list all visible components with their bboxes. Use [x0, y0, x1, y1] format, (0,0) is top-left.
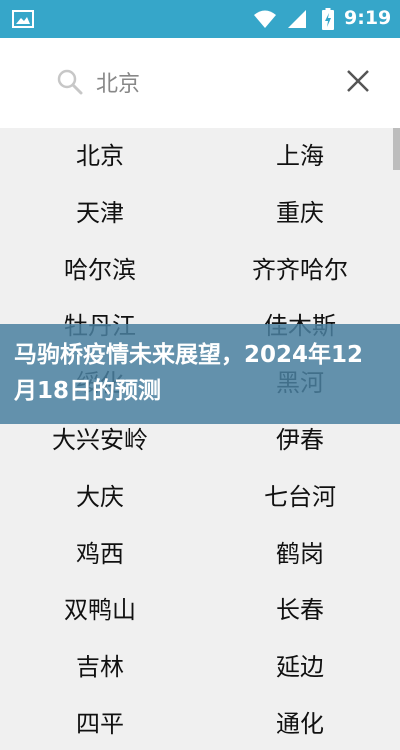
city-item[interactable]: 通化: [200, 696, 400, 750]
city-grid: 北京 上海 天津 重庆 哈尔滨 齐齐哈尔 牡丹江 佳木斯 绥化 黑河 大兴安岭 …: [0, 128, 400, 750]
search-input[interactable]: 北京: [96, 66, 140, 98]
list-item: 哈尔滨 齐齐哈尔: [0, 242, 400, 299]
city-item[interactable]: 上海: [200, 128, 400, 185]
city-item[interactable]: 延边: [200, 639, 400, 696]
status-time: 9:19: [344, 7, 392, 29]
list-item: 吉林 延边: [0, 639, 400, 696]
list-item: 鸡西 鹤岗: [0, 526, 400, 583]
city-item[interactable]: 齐齐哈尔: [200, 242, 400, 299]
city-item[interactable]: 北京: [0, 128, 200, 185]
close-icon[interactable]: [346, 69, 370, 93]
list-item: 大庆 七台河: [0, 469, 400, 526]
search-header: 北京: [0, 38, 400, 128]
search-icon: [57, 69, 83, 95]
city-item[interactable]: 吉林: [0, 639, 200, 696]
scrollbar[interactable]: [393, 128, 400, 170]
wifi-icon: [254, 10, 276, 28]
city-item[interactable]: 天津: [0, 185, 200, 242]
signal-icon: [288, 10, 306, 28]
city-item[interactable]: 鹤岗: [200, 526, 400, 583]
city-item[interactable]: 双鸭山: [0, 582, 200, 639]
battery-icon: [322, 8, 334, 30]
city-item[interactable]: 鸡西: [0, 526, 200, 583]
list-item: 四平 通化: [0, 696, 400, 750]
city-item[interactable]: 哈尔滨: [0, 242, 200, 299]
image-icon: [12, 10, 34, 28]
city-item[interactable]: 大庆: [0, 469, 200, 526]
list-item: 双鸭山 长春: [0, 582, 400, 639]
city-item[interactable]: 四平: [0, 696, 200, 750]
overlay-banner: 马驹桥疫情未来展望，2024年12月18日的预测: [0, 324, 400, 424]
city-list[interactable]: 北京 上海 天津 重庆 哈尔滨 齐齐哈尔 牡丹江 佳木斯 绥化 黑河 大兴安岭 …: [0, 128, 400, 750]
list-item: 北京 上海: [0, 128, 400, 185]
banner-title: 马驹桥疫情未来展望，2024年12月18日的预测: [14, 342, 364, 404]
city-item[interactable]: 重庆: [200, 185, 400, 242]
list-item: 天津 重庆: [0, 185, 400, 242]
city-item[interactable]: 七台河: [200, 469, 400, 526]
city-item[interactable]: 长春: [200, 582, 400, 639]
status-bar: 9:19: [0, 0, 400, 38]
